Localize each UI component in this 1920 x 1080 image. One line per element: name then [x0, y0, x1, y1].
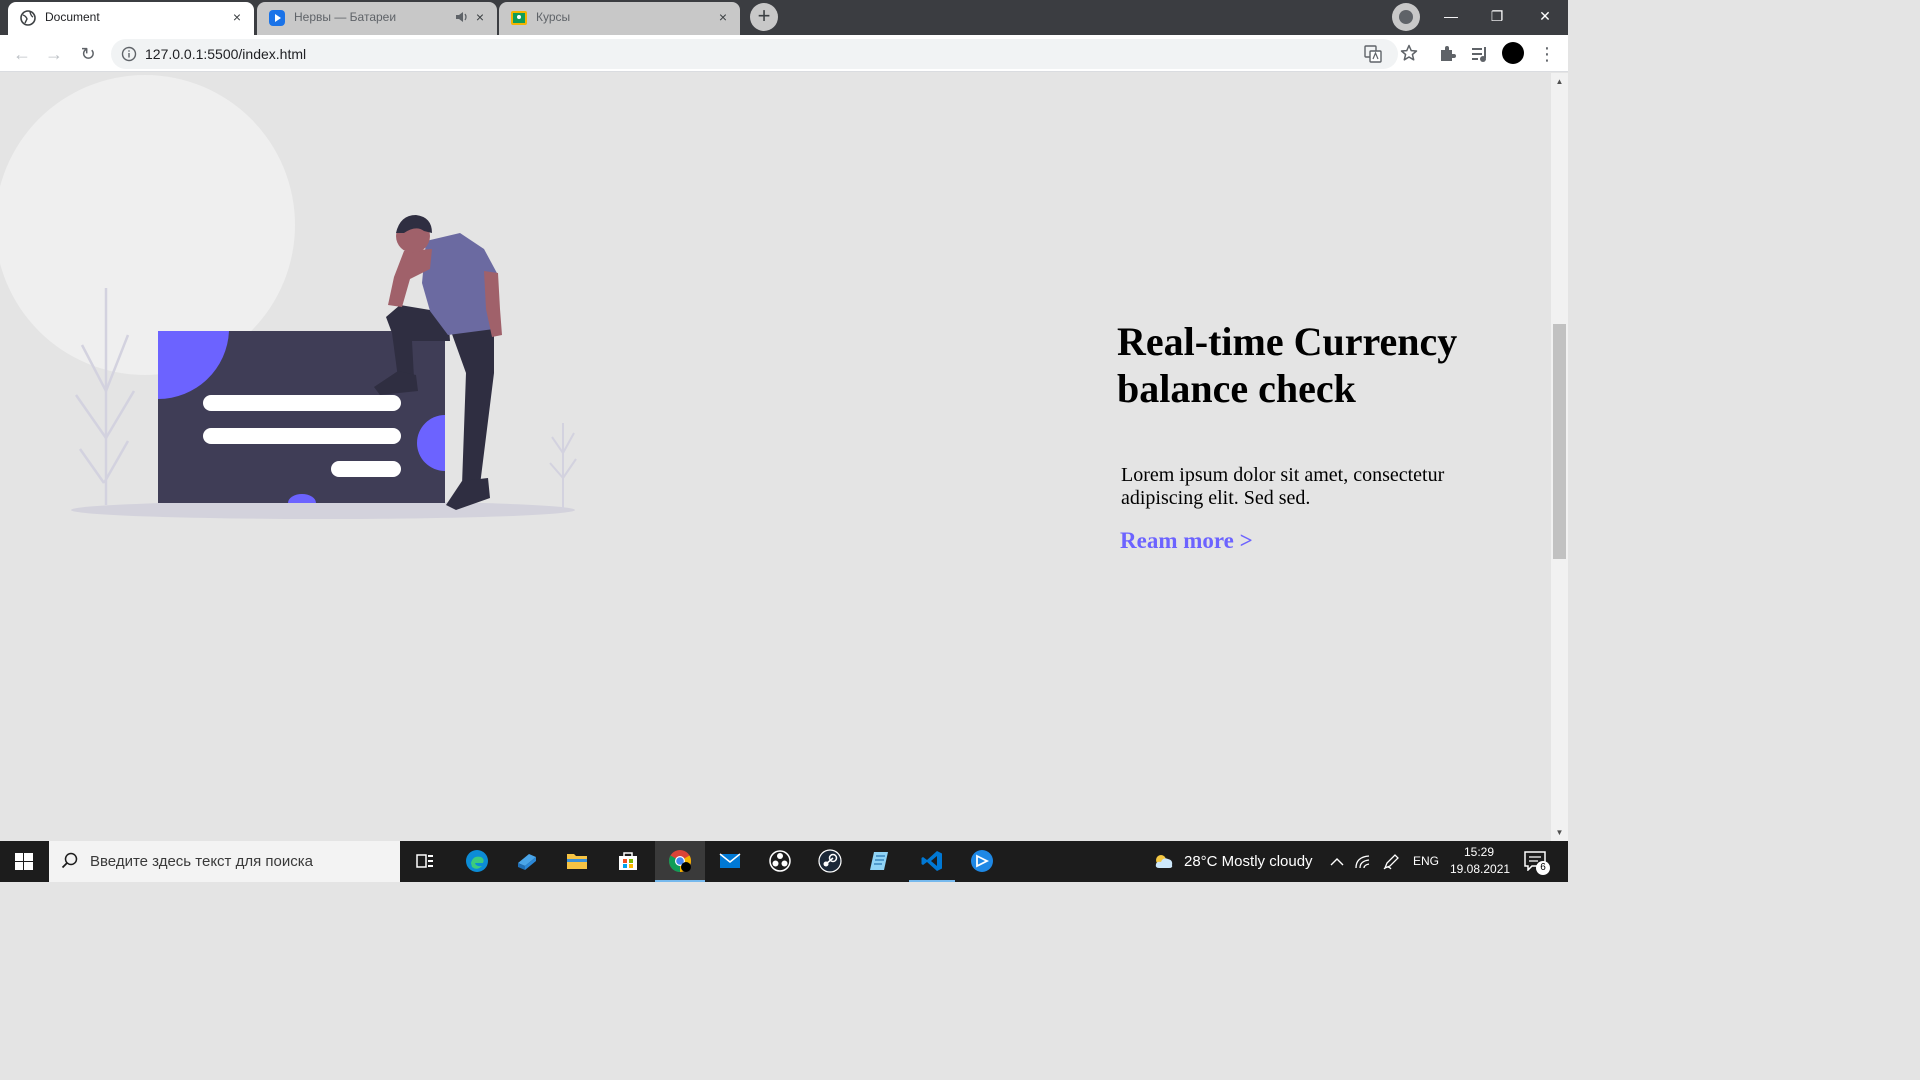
windows-taskbar: Введите здесь текст для поиска 28°C Most… — [0, 841, 1568, 882]
taskbar-app-chrome[interactable] — [655, 841, 705, 882]
globe-icon — [20, 10, 36, 26]
forward-button[interactable]: → — [40, 40, 68, 68]
weather-text: 28°C Mostly cloudy — [1184, 853, 1313, 870]
bookmark-star-icon[interactable] — [1400, 44, 1418, 62]
notification-center-button[interactable]: 6 — [1524, 851, 1550, 875]
ground-shadow — [71, 501, 575, 519]
task-view-icon — [416, 854, 433, 868]
notification-count-badge: 6 — [1536, 861, 1550, 875]
scroll-up-arrow-icon[interactable]: ▲ — [1551, 73, 1568, 90]
play-icon — [269, 10, 285, 26]
profile-avatar[interactable] — [1502, 42, 1524, 64]
clock-time: 15:29 — [1463, 845, 1495, 859]
speaker-icon[interactable] — [455, 10, 469, 24]
info-icon[interactable] — [121, 46, 137, 62]
taskbar-app-edge[interactable] — [452, 841, 502, 882]
background-circle — [0, 75, 295, 375]
restore-button[interactable]: ❐ — [1474, 0, 1520, 32]
task-view-button[interactable] — [400, 841, 450, 882]
taskbar-app-azure-data-studio[interactable] — [502, 841, 552, 882]
media-controls-icon[interactable] — [1470, 44, 1490, 64]
cloudy-weather-icon — [1155, 855, 1173, 868]
back-button[interactable]: ← — [8, 40, 36, 68]
scroll-down-arrow-icon[interactable]: ▼ — [1551, 824, 1568, 841]
reload-button[interactable]: ↻ — [74, 40, 102, 68]
page-scrollbar[interactable]: ▲ ▼ — [1551, 73, 1568, 841]
read-more-link[interactable]: Ream more > — [1120, 528, 1253, 554]
tab-search-button[interactable] — [1392, 3, 1420, 31]
edge-icon — [466, 850, 488, 872]
store-bag-icon — [619, 852, 637, 870]
tab-document[interactable]: Document × — [8, 2, 254, 35]
obs-icon — [769, 850, 791, 872]
taskbar-app-mail[interactable] — [705, 841, 755, 882]
wifi-icon[interactable] — [1354, 853, 1372, 871]
remote-desktop-icon — [971, 850, 993, 872]
close-tab-icon[interactable]: × — [472, 9, 488, 25]
taskbar-app-notepad[interactable] — [855, 841, 905, 882]
input-language[interactable]: ENG — [1413, 841, 1439, 882]
taskbar-clock[interactable]: 15:29 19.08.2021 — [1450, 844, 1511, 878]
extensions-icon[interactable] — [1437, 44, 1457, 64]
taskbar-app-remote-desktop[interactable] — [957, 841, 1007, 882]
tab-courses[interactable]: Курсы × — [499, 2, 740, 35]
search-placeholder[interactable]: Введите здесь текст для поиска — [90, 853, 313, 870]
tab-title: Нервы — Батареи — [294, 10, 397, 24]
taskbar-search-box[interactable]: Введите здесь текст для поиска — [49, 841, 400, 882]
minimize-button[interactable]: — — [1428, 0, 1474, 32]
translate-icon[interactable] — [1364, 45, 1382, 63]
hero-description: Lorem ipsum dolor sit amet, consectetur … — [1121, 464, 1445, 509]
classroom-icon — [511, 11, 527, 25]
tab-music[interactable]: Нервы — Батареи × — [257, 2, 497, 35]
clock-date: 19.08.2021 — [1450, 862, 1511, 876]
data-studio-icon — [518, 854, 536, 870]
show-hidden-icons-chevron-up-icon[interactable] — [1328, 853, 1346, 871]
folder-icon — [567, 854, 587, 869]
scroll-thumb[interactable] — [1553, 324, 1566, 559]
chrome-icon — [669, 850, 691, 872]
address-url[interactable]: 127.0.0.1:5500/index.html — [145, 46, 306, 62]
tab-title: Document — [45, 10, 100, 24]
taskbar-app-vscode[interactable] — [907, 841, 957, 882]
plant-right-icon — [549, 423, 577, 509]
browser-menu-button[interactable]: ⋮ — [1538, 42, 1556, 66]
hero-title: Real-time Currency balance check — [1117, 319, 1458, 411]
taskbar-app-store[interactable] — [603, 841, 653, 882]
steam-icon — [818, 849, 842, 873]
tab-title: Курсы — [536, 10, 571, 24]
new-tab-button[interactable]: + — [750, 3, 778, 31]
search-icon — [61, 852, 78, 869]
taskbar-app-steam[interactable] — [805, 841, 855, 882]
address-bar[interactable]: 127.0.0.1:5500/index.html — [111, 39, 1418, 69]
page-viewport: Real-time Currency balance check Lorem i… — [0, 73, 1551, 841]
close-tab-icon[interactable]: × — [229, 9, 245, 25]
thinking-person-illustration — [0, 75, 577, 519]
browser-toolbar: ← → ↻ 127.0.0.1:5500/index.html ⋮ — [0, 35, 1568, 72]
vscode-icon — [921, 851, 942, 871]
notepad-icon — [870, 852, 888, 870]
pen-workspace-icon[interactable] — [1382, 853, 1400, 871]
taskbar-app-obs[interactable] — [755, 841, 805, 882]
close-window-button[interactable]: ✕ — [1522, 0, 1568, 32]
browser-tab-strip: Document × Нервы — Батареи × Курсы × + —… — [0, 0, 1568, 35]
close-tab-icon[interactable]: × — [715, 9, 731, 25]
windows-start-icon[interactable] — [0, 841, 48, 882]
mail-icon — [719, 853, 741, 868]
taskbar-app-file-explorer[interactable] — [552, 841, 602, 882]
